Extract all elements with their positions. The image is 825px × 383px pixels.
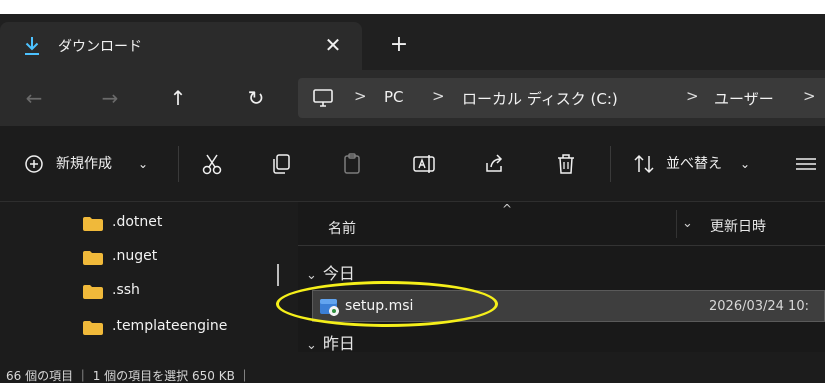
navigation-pane: .dotnet .nuget .ssh .templateengine bbox=[0, 202, 298, 352]
text-cursor bbox=[277, 264, 279, 286]
folder-icon bbox=[83, 321, 103, 335]
rename-icon[interactable] bbox=[410, 150, 438, 178]
tab-title: ダウンロード bbox=[58, 39, 142, 55]
chevron-down-icon[interactable]: ⌄ bbox=[682, 216, 693, 231]
column-header-name[interactable]: 名前 bbox=[328, 218, 356, 238]
view-options-icon[interactable] bbox=[792, 150, 820, 178]
folder-icon bbox=[83, 217, 103, 231]
copy-icon[interactable] bbox=[268, 150, 296, 178]
sort-icon bbox=[634, 154, 654, 174]
folder-icon bbox=[83, 251, 103, 265]
breadcrumb-local-disk[interactable]: ローカル ディスク (C:) bbox=[462, 88, 618, 109]
chevron-down-icon: ⌄ bbox=[306, 268, 317, 283]
navigation-bar: ← → ↑ ↻ > PC > ローカル ディスク (C:) > ユーザー > bbox=[0, 70, 825, 126]
file-name: setup.msi bbox=[345, 298, 414, 314]
share-icon[interactable] bbox=[480, 150, 508, 178]
chevron-down-icon: ⌄ bbox=[306, 338, 317, 353]
sort-ascending-icon: ^ bbox=[502, 202, 513, 216]
status-bar: 66 個の項目 ｜ 1 個の項目を選択 650 KB ｜ bbox=[0, 366, 298, 383]
sidebar-item-label: .ssh bbox=[112, 282, 140, 298]
toolbar-divider bbox=[178, 146, 179, 182]
folder-icon bbox=[83, 285, 103, 299]
sidebar-item-label: .templateengine bbox=[112, 318, 228, 334]
column-divider[interactable] bbox=[676, 210, 677, 238]
file-date-modified: 2026/03/24 10: bbox=[709, 299, 809, 314]
breadcrumb-separator: > bbox=[432, 87, 445, 105]
up-button[interactable]: ↑ bbox=[160, 80, 196, 116]
command-bar: 新規作成 ⌄ 並べ替え ⌄ bbox=[0, 126, 825, 202]
tab-bar: ダウンロード ✕ + bbox=[0, 14, 825, 70]
refresh-button[interactable]: ↻ bbox=[238, 80, 274, 116]
group-label: 今日 bbox=[322, 264, 355, 283]
back-button[interactable]: ← bbox=[16, 80, 52, 116]
column-header-date-modified[interactable]: 更新日時 bbox=[710, 216, 766, 236]
toolbar-divider bbox=[610, 146, 611, 182]
installer-package-icon bbox=[320, 299, 339, 316]
sidebar-item-ssh[interactable]: .ssh bbox=[78, 278, 288, 306]
sidebar-item-dotnet[interactable]: .dotnet bbox=[78, 210, 288, 238]
file-list: 名前 ^ ⌄ 更新日時 ⌄ 今日 setup.msi 2026/03/24 10:… bbox=[298, 202, 825, 354]
group-header-today[interactable]: ⌄ 今日 bbox=[306, 260, 355, 284]
breadcrumb-pc[interactable]: PC bbox=[384, 88, 404, 106]
chevron-down-icon[interactable]: ⌄ bbox=[740, 148, 750, 180]
breadcrumb-separator: > bbox=[686, 87, 699, 105]
sidebar-item-label: .nuget bbox=[112, 248, 158, 264]
sidebar-item-templateengine[interactable]: .templateengine bbox=[78, 314, 288, 342]
forward-button[interactable]: → bbox=[92, 80, 128, 116]
sort-button[interactable]: 並べ替え bbox=[666, 148, 722, 180]
column-header-row: 名前 ^ ⌄ 更新日時 bbox=[298, 202, 825, 246]
breadcrumb-separator: > bbox=[354, 87, 367, 105]
close-tab-button[interactable]: ✕ bbox=[318, 30, 348, 60]
table-row[interactable]: setup.msi 2026/03/24 10: bbox=[312, 290, 825, 322]
file-explorer-window: ダウンロード ✕ + ← → ↑ ↻ > PC > ローカル ディスク (C:)… bbox=[0, 14, 825, 383]
group-header-yesterday[interactable]: ⌄ 昨日 bbox=[306, 330, 355, 354]
address-bar[interactable]: > PC > ローカル ディスク (C:) > ユーザー > bbox=[298, 78, 825, 118]
computer-icon bbox=[313, 89, 333, 107]
new-button[interactable]: 新規作成 bbox=[56, 148, 112, 180]
sidebar-item-nuget[interactable]: .nuget bbox=[78, 244, 288, 272]
breadcrumb-separator: > bbox=[803, 87, 816, 105]
group-label: 昨日 bbox=[322, 334, 355, 353]
sidebar-item-label: .dotnet bbox=[112, 214, 163, 230]
chevron-down-icon[interactable]: ⌄ bbox=[138, 148, 148, 180]
breadcrumb-users[interactable]: ユーザー bbox=[714, 88, 774, 109]
new-tab-button[interactable]: + bbox=[384, 30, 414, 60]
paste-icon[interactable] bbox=[338, 150, 366, 178]
tab-downloads[interactable]: ダウンロード ✕ bbox=[0, 22, 362, 70]
download-icon bbox=[25, 37, 39, 55]
delete-icon[interactable] bbox=[552, 150, 580, 178]
cut-icon[interactable] bbox=[198, 150, 226, 178]
status-text: 66 個の項目 ｜ 1 個の項目を選択 650 KB ｜ bbox=[6, 369, 251, 383]
add-circle-icon bbox=[25, 155, 43, 173]
